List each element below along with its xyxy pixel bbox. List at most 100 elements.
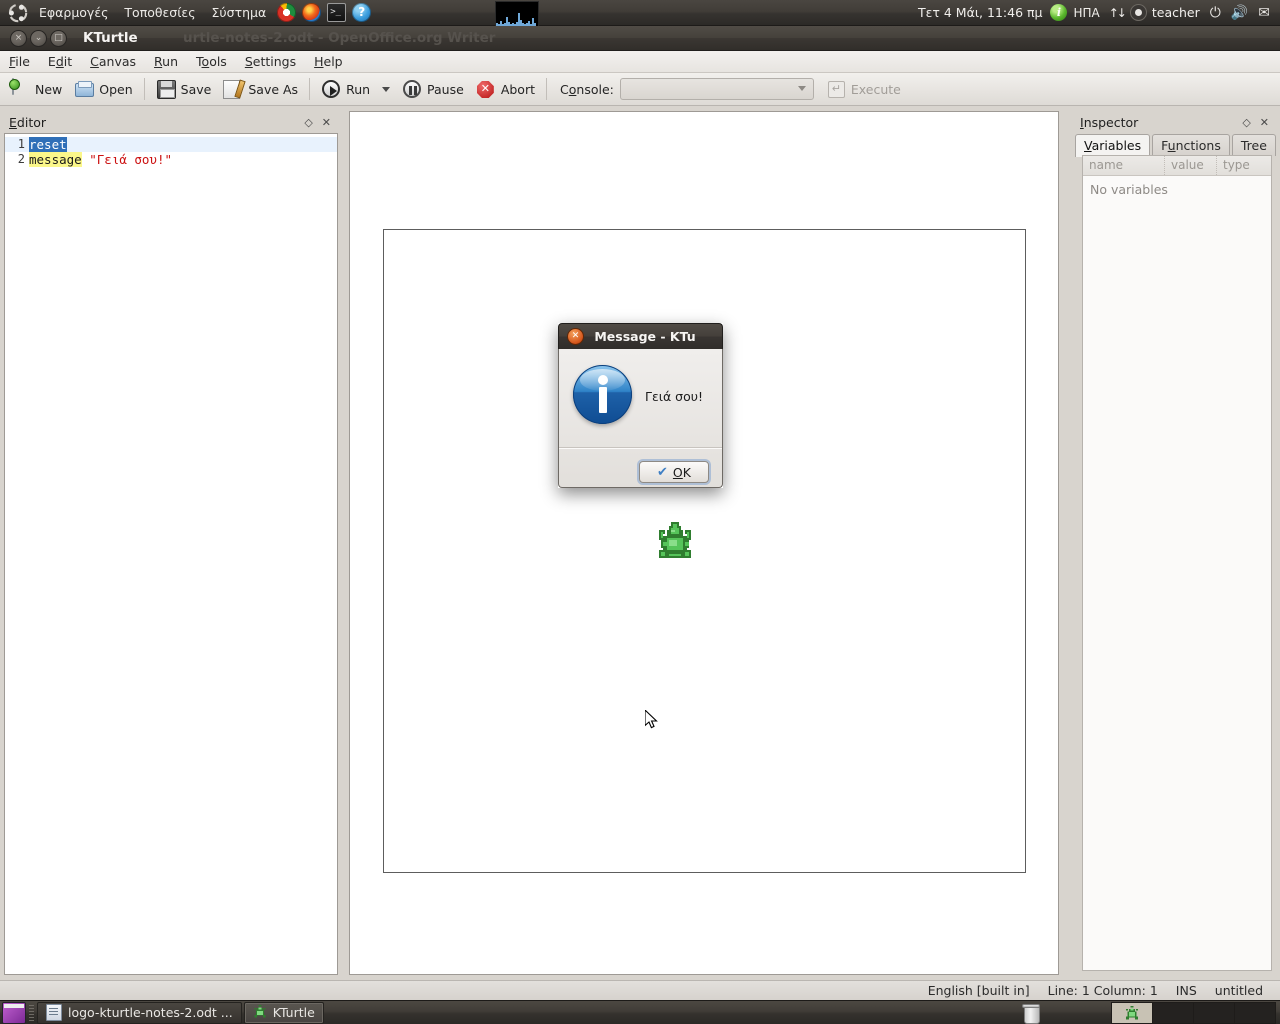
console-input[interactable] (619, 78, 814, 100)
chrome-icon[interactable] (277, 3, 297, 22)
inspector-panel: IInspectornspector ◇ ✕ Variables Functio… (1075, 111, 1276, 975)
pause-button[interactable]: Pause (396, 76, 470, 102)
workspace-1[interactable] (1111, 1001, 1153, 1024)
run-button[interactable]: Run (315, 76, 376, 102)
workspace-3[interactable] (1194, 1001, 1235, 1024)
taskbar-item-label: logo-kturtle-notes-2.odt ... (68, 1005, 233, 1020)
indicator-applet-icon[interactable]: i (1050, 4, 1068, 21)
checkmark-icon: ✔ (657, 464, 668, 480)
menu-settings[interactable]: Settings (236, 52, 305, 71)
turtle-sprite (655, 522, 695, 564)
show-desktop-button[interactable] (2, 1001, 26, 1024)
float-icon[interactable]: ◇ (1242, 116, 1250, 129)
network-icon[interactable]: ↑↓ (1106, 6, 1128, 20)
tab-functions[interactable]: Functions (1152, 134, 1230, 156)
workspace-4[interactable] (1235, 1001, 1276, 1024)
statusbar: English [built in] Line: 1 Column: 1 INS… (0, 980, 1280, 1000)
window-buttons: × ⌄ □ (0, 29, 67, 47)
user-status-icon[interactable] (1129, 4, 1147, 21)
save-as-button[interactable]: Save As (217, 76, 304, 102)
status-language: English [built in] (927, 983, 1030, 998)
taskbar-item-kturtle[interactable]: KTurtle (243, 1001, 324, 1024)
save-as-button-label: Save As (248, 81, 299, 97)
volume-icon[interactable]: 🔊 (1227, 5, 1252, 21)
column-header-value[interactable]: value (1165, 156, 1217, 175)
top-panel: Εφαρμογές Τοποθεσίες Σύστημα >_ ? Τετ 4 … (0, 0, 1280, 27)
tab-tree[interactable]: Tree (1231, 134, 1276, 156)
main-area: EEditorditor ◇ ✕ 1 reset 2 message "Γειά… (0, 106, 1280, 980)
menu-canvas[interactable]: Canvas (81, 52, 145, 71)
line-number: 1 (17, 137, 25, 151)
taskbar-item-writer[interactable]: logo-kturtle-notes-2.odt ... (37, 1001, 242, 1024)
editor-body[interactable]: 1 reset 2 message "Γειά σου!" (4, 133, 338, 975)
new-button-label: New (35, 81, 63, 97)
window-minimize-button[interactable]: ⌄ (30, 29, 47, 47)
float-icon[interactable]: ◇ (304, 116, 312, 129)
inspector-panel-buttons: ◇ ✕ (1242, 116, 1276, 129)
code-editor[interactable]: 1 reset 2 message "Γειά σου!" (5, 134, 337, 974)
abort-button[interactable]: Abort (470, 76, 541, 102)
close-icon[interactable]: ✕ (1260, 116, 1269, 129)
window-maximize-button[interactable]: □ (50, 29, 67, 47)
menu-help[interactable]: Help (305, 52, 352, 71)
open-button-label: Open (99, 81, 133, 97)
menu-edit[interactable]: Edit (39, 52, 81, 71)
top-panel-right: Τετ 4 Μάι, 11:46 πμ i ΗΠΑ ↑↓ teacher ⏻ 🔊… (912, 2, 1280, 23)
mail-icon[interactable]: ✉ (1254, 5, 1274, 21)
firefox-icon[interactable] (302, 3, 322, 22)
panel-menu-system[interactable]: Σύστημα (204, 2, 275, 23)
trash-icon[interactable] (1021, 1003, 1041, 1024)
play-icon (321, 79, 341, 99)
code-token-string: "Γειά σου!" (89, 152, 173, 167)
dialog-titlebar[interactable]: ✕ Message - KTu (558, 323, 723, 349)
window-titlebar[interactable]: × ⌄ □ urtle-notes-2.odt - OpenOffice.org… (0, 26, 1280, 51)
variables-empty-message: No variables (1090, 182, 1168, 197)
inspector-tabs: Variables Functions Tree (1075, 134, 1278, 157)
toolbar-separator-2 (309, 78, 311, 100)
system-monitor-applet[interactable] (495, 1, 539, 27)
variables-table: name value type No variables (1082, 155, 1272, 971)
canvas-panel[interactable] (349, 111, 1059, 975)
panel-menu-places[interactable]: Τοποθεσίες (116, 2, 203, 23)
run-button-label: Run (346, 81, 371, 97)
keyboard-layout-indicator[interactable]: ΗΠΑ (1069, 6, 1103, 20)
taskbar-item-label: KTurtle (272, 1005, 315, 1020)
window-title-stack: urtle-notes-2.odt - OpenOffice.org Write… (83, 26, 1280, 50)
panel-menu-applications[interactable]: Εφαρμογές (31, 2, 116, 23)
menu-tools[interactable]: Tools (187, 52, 236, 71)
message-dialog[interactable]: ✕ Message - KTu Γειά σου! ✔ OK (558, 323, 723, 488)
new-button[interactable]: New (4, 76, 68, 102)
help-icon[interactable]: ? (352, 3, 372, 22)
panel-grip (29, 1004, 34, 1021)
clock[interactable]: Τετ 4 Μάι, 11:46 πμ (912, 2, 1049, 23)
user-menu[interactable]: teacher (1149, 5, 1204, 20)
toolbar-separator-3 (546, 78, 547, 100)
window-title-ghost: urtle-notes-2.odt - OpenOffice.org Write… (183, 29, 496, 46)
code-line[interactable]: 2 message "Γειά σου!" (5, 152, 337, 167)
code-token-message: message (29, 152, 82, 167)
menu-file[interactable]: File (0, 52, 39, 71)
column-header-type[interactable]: type (1217, 156, 1263, 175)
column-header-name[interactable]: name (1083, 156, 1165, 175)
console-label: Console: (560, 81, 614, 97)
window-close-button[interactable]: × (10, 29, 27, 47)
close-icon[interactable]: ✕ (567, 328, 584, 345)
workspace-switcher[interactable] (1111, 1001, 1276, 1024)
code-line[interactable]: 1 reset (5, 137, 337, 152)
menu-run[interactable]: Run (145, 52, 187, 71)
terminal-icon[interactable]: >_ (327, 3, 347, 22)
open-button[interactable]: Open (68, 76, 138, 102)
variables-table-header: name value type (1083, 156, 1271, 176)
power-icon[interactable]: ⏻ (1206, 5, 1225, 21)
close-icon[interactable]: ✕ (322, 116, 331, 129)
pause-button-label: Pause (427, 81, 464, 97)
ok-button[interactable]: ✔ OK (639, 461, 709, 483)
chevron-down-icon[interactable] (382, 86, 391, 92)
workspace-2[interactable] (1153, 1001, 1194, 1024)
status-cursor-position: Line: 1 Column: 1 (1047, 983, 1158, 998)
ubuntu-logo-icon[interactable] (8, 3, 28, 23)
code-token-reset: reset (29, 137, 67, 152)
tab-variables[interactable]: Variables (1075, 134, 1151, 157)
save-button[interactable]: Save (150, 76, 218, 102)
taskbar: logo-kturtle-notes-2.odt ... KTurtle (0, 1000, 1280, 1024)
